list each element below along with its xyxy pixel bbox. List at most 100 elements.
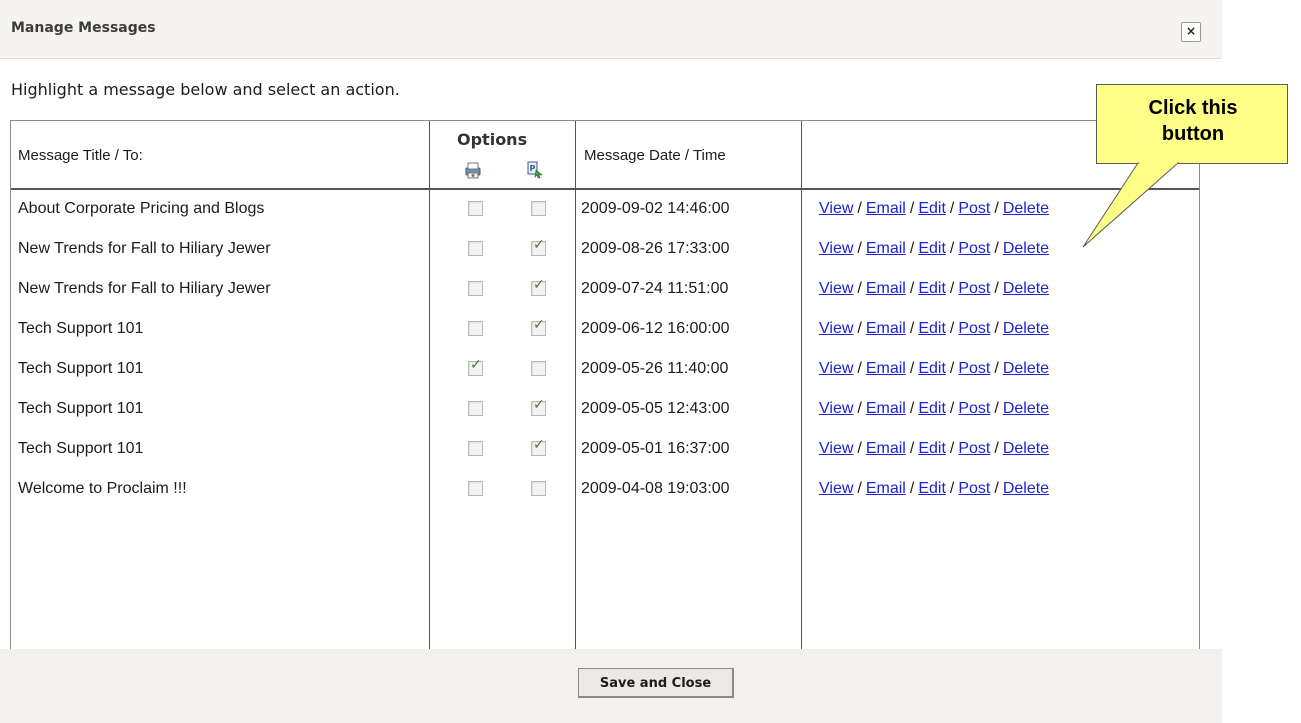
delete-link[interactable]: Delete: [1003, 200, 1049, 217]
action-separator: /: [857, 320, 862, 337]
print-checkbox[interactable]: [468, 401, 483, 416]
delete-link[interactable]: Delete: [1003, 280, 1049, 297]
edit-link[interactable]: Edit: [918, 320, 946, 337]
action-separator: /: [909, 360, 915, 377]
action-separator: /: [949, 360, 955, 377]
delete-link[interactable]: Delete: [1003, 360, 1049, 377]
publish-checkbox[interactable]: [531, 361, 546, 376]
post-link[interactable]: Post: [958, 200, 990, 217]
view-link[interactable]: View: [819, 280, 853, 297]
view-link[interactable]: View: [819, 360, 853, 377]
table-row[interactable]: Tech Support 101 ✓ 2009-05-26 11:40:00 View…: [11, 350, 1199, 390]
email-link[interactable]: Email: [866, 280, 906, 297]
message-date: 2009-04-08 19:03:00: [581, 480, 730, 497]
delete-link[interactable]: Delete: [1003, 440, 1049, 457]
delete-link[interactable]: Delete: [1003, 320, 1049, 337]
print-checkbox[interactable]: [468, 441, 483, 456]
checkmark-icon: ✓: [470, 357, 482, 373]
row-actions: View / Email / Edit / Post / Delete: [819, 280, 1049, 298]
post-link[interactable]: Post: [958, 360, 990, 377]
action-separator: /: [857, 280, 862, 297]
delete-link[interactable]: Delete: [1003, 400, 1049, 417]
callout-line-2: button: [1161, 123, 1225, 145]
action-separator: /: [857, 440, 862, 457]
publish-checkbox[interactable]: ✓: [531, 397, 546, 416]
publish-checkbox[interactable]: [531, 481, 546, 496]
publish-checkbox[interactable]: [531, 201, 546, 216]
close-button[interactable]: ×: [1181, 22, 1201, 42]
view-link[interactable]: View: [819, 440, 853, 457]
message-title: Tech Support 101: [18, 320, 144, 337]
action-separator: /: [949, 320, 955, 337]
action-separator: /: [909, 440, 915, 457]
table-row[interactable]: Tech Support 101 ✓ 2009-06-12 16:00:00 View…: [11, 310, 1199, 350]
email-link[interactable]: Email: [866, 320, 906, 337]
action-separator: /: [949, 280, 955, 297]
message-date: 2009-05-26 11:40:00: [581, 360, 729, 377]
publish-checkbox[interactable]: ✓: [531, 277, 546, 296]
message-date: 2009-07-24 11:51:00: [581, 280, 729, 297]
checkmark-icon: ✓: [533, 437, 545, 453]
table-row[interactable]: Tech Support 101 ✓ 2009-05-05 12:43:00 View…: [11, 390, 1199, 430]
checkmark-icon: ✓: [533, 317, 545, 333]
post-link[interactable]: Post: [958, 440, 990, 457]
edit-link[interactable]: Edit: [918, 360, 946, 377]
view-link[interactable]: View: [819, 480, 853, 497]
table-row[interactable]: Tech Support 101 ✓ 2009-05-01 16:37:00 View…: [11, 430, 1199, 470]
view-link[interactable]: View: [819, 240, 853, 257]
email-link[interactable]: Email: [866, 400, 906, 417]
tutorial-callout: Click this button: [1096, 84, 1288, 164]
message-title: Tech Support 101: [18, 400, 144, 417]
table-row[interactable]: New Trends for Fall to Hiliary Jewer ✓ 200…: [11, 270, 1199, 310]
table-row[interactable]: New Trends for Fall to Hiliary Jewer ✓ 200…: [11, 230, 1199, 270]
edit-link[interactable]: Edit: [918, 280, 946, 297]
action-separator: /: [857, 200, 862, 217]
publish-checkbox[interactable]: ✓: [531, 237, 546, 256]
view-link[interactable]: View: [819, 200, 853, 217]
view-link[interactable]: View: [819, 320, 853, 337]
table-row[interactable]: About Corporate Pricing and Blogs 2009-09…: [11, 190, 1199, 230]
post-link[interactable]: Post: [958, 400, 990, 417]
print-checkbox[interactable]: [468, 281, 483, 296]
action-separator: /: [949, 400, 955, 417]
print-checkbox[interactable]: [468, 241, 483, 256]
edit-link[interactable]: Edit: [918, 240, 946, 257]
publish-checkbox[interactable]: ✓: [531, 437, 546, 456]
email-link[interactable]: Email: [866, 240, 906, 257]
header-date-time: Message Date / Time: [584, 147, 726, 164]
action-separator: /: [857, 480, 862, 497]
email-link[interactable]: Email: [866, 440, 906, 457]
print-checkbox[interactable]: [468, 321, 483, 336]
edit-link[interactable]: Edit: [918, 200, 946, 217]
action-separator: /: [857, 240, 862, 257]
email-link[interactable]: Email: [866, 360, 906, 377]
publish-checkbox[interactable]: ✓: [531, 317, 546, 336]
checkmark-icon: ✓: [533, 397, 545, 413]
delete-link[interactable]: Delete: [1003, 240, 1049, 257]
post-link[interactable]: Post: [958, 280, 990, 297]
post-link[interactable]: Post: [958, 320, 990, 337]
edit-link[interactable]: Edit: [918, 440, 946, 457]
message-title: About Corporate Pricing and Blogs: [18, 200, 265, 217]
email-link[interactable]: Email: [866, 480, 906, 497]
print-checkbox[interactable]: ✓: [468, 357, 483, 376]
print-checkbox[interactable]: [468, 481, 483, 496]
action-separator: /: [857, 360, 862, 377]
message-title: New Trends for Fall to Hiliary Jewer: [18, 240, 271, 257]
action-separator: /: [994, 200, 999, 217]
email-link[interactable]: Email: [866, 200, 906, 217]
message-date: 2009-05-05 12:43:00: [581, 400, 730, 417]
row-actions: View / Email / Edit / Post / Delete: [819, 240, 1049, 258]
view-link[interactable]: View: [819, 400, 853, 417]
manage-messages-dialog: Manage Messages × Highlight a message be…: [0, 0, 1222, 723]
save-and-close-button[interactable]: Save and Close: [578, 668, 734, 698]
instruction-text: Highlight a message below and select an …: [11, 80, 400, 99]
action-separator: /: [994, 480, 999, 497]
edit-link[interactable]: Edit: [918, 480, 946, 497]
table-row[interactable]: Welcome to Proclaim !!! 2009-04-08 19:03:…: [11, 470, 1199, 510]
post-link[interactable]: Post: [958, 240, 990, 257]
edit-link[interactable]: Edit: [918, 400, 946, 417]
post-link[interactable]: Post: [958, 480, 990, 497]
print-checkbox[interactable]: [468, 201, 483, 216]
delete-link[interactable]: Delete: [1003, 480, 1049, 497]
